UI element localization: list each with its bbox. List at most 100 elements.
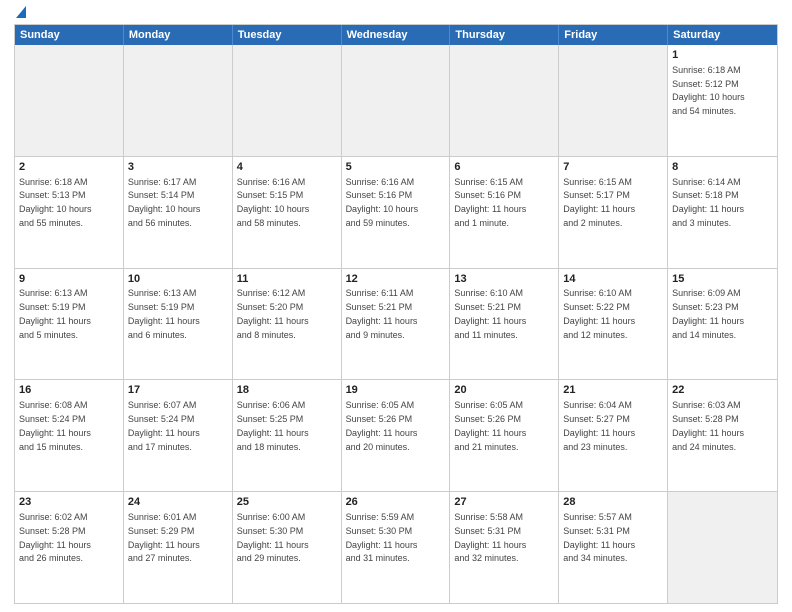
cal-cell-2-3: 12Sunrise: 6:11 AM Sunset: 5:21 PM Dayli… (342, 269, 451, 380)
cal-week-row-2: 9Sunrise: 6:13 AM Sunset: 5:19 PM Daylig… (15, 269, 777, 381)
day-info: Sunrise: 6:06 AM Sunset: 5:25 PM Dayligh… (237, 400, 309, 451)
day-number: 22 (672, 383, 773, 398)
day-number: 18 (237, 383, 337, 398)
cal-cell-3-4: 20 Sunrise: 6:05 AM Sunset: 5:26 PM Dayli… (450, 380, 559, 491)
cal-cell-2-2: 11Sunrise: 6:12 AM Sunset: 5:20 PM Dayli… (233, 269, 342, 380)
cal-cell-0-4 (450, 45, 559, 156)
cal-header-monday: Monday (124, 25, 233, 45)
day-number: 9 (19, 272, 119, 287)
cal-cell-2-5: 14Sunrise: 6:10 AM Sunset: 5:22 PM Dayli… (559, 269, 668, 380)
day-info: Sunrise: 6:05 AM Sunset: 5:26 PM Dayligh… (454, 400, 526, 451)
cal-cell-4-2: 25 Sunrise: 6:00 AM Sunset: 5:30 PM Dayli… (233, 492, 342, 603)
calendar: SundayMondayTuesdayWednesdayThursdayFrid… (14, 24, 778, 604)
cal-cell-0-6: 1 Sunrise: 6:18 AM Sunset: 5:12 PM Daylig… (668, 45, 777, 156)
cal-cell-0-0 (15, 45, 124, 156)
day-number: 5 (346, 160, 446, 175)
cal-cell-4-5: 28Sunrise: 5:57 AM Sunset: 5:31 PM Dayli… (559, 492, 668, 603)
cal-cell-0-2 (233, 45, 342, 156)
cal-cell-3-5: 21 Sunrise: 6:04 AM Sunset: 5:27 PM Dayli… (559, 380, 668, 491)
day-info: Sunrise: 6:11 AM Sunset: 5:21 PM Dayligh… (346, 288, 418, 339)
day-info: Sunrise: 6:04 AM Sunset: 5:27 PM Dayligh… (563, 400, 635, 451)
day-info: Sunrise: 6:15 AM Sunset: 5:16 PM Dayligh… (454, 177, 526, 228)
day-number: 4 (237, 160, 337, 175)
day-info: Sunrise: 6:17 AM Sunset: 5:14 PM Dayligh… (128, 177, 201, 228)
day-number: 11 (237, 272, 337, 287)
day-info: Sunrise: 6:02 AM Sunset: 5:28 PM Dayligh… (19, 512, 91, 563)
day-info: Sunrise: 6:03 AM Sunset: 5:28 PM Dayligh… (672, 400, 744, 451)
cal-cell-3-0: 16Sunrise: 6:08 AM Sunset: 5:24 PM Dayli… (15, 380, 124, 491)
cal-cell-1-2: 4Sunrise: 6:16 AM Sunset: 5:15 PM Daylig… (233, 157, 342, 268)
day-info: Sunrise: 6:00 AM Sunset: 5:30 PM Dayligh… (237, 512, 309, 563)
day-number: 12 (346, 272, 446, 287)
day-number: 21 (563, 383, 663, 398)
cal-cell-4-0: 23 Sunrise: 6:02 AM Sunset: 5:28 PM Dayli… (15, 492, 124, 603)
day-number: 3 (128, 160, 228, 175)
day-info: Sunrise: 6:14 AM Sunset: 5:18 PM Dayligh… (672, 177, 744, 228)
cal-header-friday: Friday (559, 25, 668, 45)
day-info: Sunrise: 6:13 AM Sunset: 5:19 PM Dayligh… (19, 288, 91, 339)
day-info: Sunrise: 6:15 AM Sunset: 5:17 PM Dayligh… (563, 177, 635, 228)
cal-cell-2-4: 13Sunrise: 6:10 AM Sunset: 5:21 PM Dayli… (450, 269, 559, 380)
day-info: Sunrise: 6:18 AM Sunset: 5:12 PM Dayligh… (672, 65, 745, 116)
day-number: 6 (454, 160, 554, 175)
day-number: 24 (128, 495, 228, 510)
cal-cell-1-3: 5 Sunrise: 6:16 AM Sunset: 5:16 PM Daylig… (342, 157, 451, 268)
cal-cell-4-4: 27 Sunrise: 5:58 AM Sunset: 5:31 PM Dayli… (450, 492, 559, 603)
day-number: 25 (237, 495, 337, 510)
cal-cell-0-3 (342, 45, 451, 156)
day-number: 8 (672, 160, 773, 175)
day-number: 17 (128, 383, 228, 398)
day-info: Sunrise: 6:08 AM Sunset: 5:24 PM Dayligh… (19, 400, 91, 451)
day-number: 26 (346, 495, 446, 510)
cal-header-sunday: Sunday (15, 25, 124, 45)
calendar-body: 1 Sunrise: 6:18 AM Sunset: 5:12 PM Daylig… (15, 45, 777, 603)
day-info: Sunrise: 5:58 AM Sunset: 5:31 PM Dayligh… (454, 512, 526, 563)
day-info: Sunrise: 6:05 AM Sunset: 5:26 PM Dayligh… (346, 400, 418, 451)
day-info: Sunrise: 5:59 AM Sunset: 5:30 PM Dayligh… (346, 512, 418, 563)
cal-cell-3-6: 22 Sunrise: 6:03 AM Sunset: 5:28 PM Dayli… (668, 380, 777, 491)
cal-cell-3-1: 17 Sunrise: 6:07 AM Sunset: 5:24 PM Dayli… (124, 380, 233, 491)
day-info: Sunrise: 6:10 AM Sunset: 5:22 PM Dayligh… (563, 288, 635, 339)
day-number: 13 (454, 272, 554, 287)
cal-week-row-1: 2 Sunrise: 6:18 AM Sunset: 5:13 PM Daylig… (15, 157, 777, 269)
day-number: 20 (454, 383, 554, 398)
day-info: Sunrise: 6:10 AM Sunset: 5:21 PM Dayligh… (454, 288, 526, 339)
calendar-header-row: SundayMondayTuesdayWednesdayThursdayFrid… (15, 25, 777, 45)
cal-cell-4-6 (668, 492, 777, 603)
cal-cell-1-1: 3 Sunrise: 6:17 AM Sunset: 5:14 PM Daylig… (124, 157, 233, 268)
day-info: Sunrise: 6:16 AM Sunset: 5:16 PM Dayligh… (346, 177, 419, 228)
day-info: Sunrise: 6:01 AM Sunset: 5:29 PM Dayligh… (128, 512, 200, 563)
cal-header-thursday: Thursday (450, 25, 559, 45)
cal-week-row-0: 1 Sunrise: 6:18 AM Sunset: 5:12 PM Daylig… (15, 45, 777, 157)
cal-header-tuesday: Tuesday (233, 25, 342, 45)
cal-cell-2-0: 9Sunrise: 6:13 AM Sunset: 5:19 PM Daylig… (15, 269, 124, 380)
cal-cell-1-0: 2 Sunrise: 6:18 AM Sunset: 5:13 PM Daylig… (15, 157, 124, 268)
day-info: Sunrise: 5:57 AM Sunset: 5:31 PM Dayligh… (563, 512, 635, 563)
logo-triangle-icon (16, 6, 26, 18)
cal-cell-4-1: 24 Sunrise: 6:01 AM Sunset: 5:29 PM Dayli… (124, 492, 233, 603)
cal-cell-1-6: 8 Sunrise: 6:14 AM Sunset: 5:18 PM Daylig… (668, 157, 777, 268)
day-info: Sunrise: 6:09 AM Sunset: 5:23 PM Dayligh… (672, 288, 744, 339)
day-number: 27 (454, 495, 554, 510)
day-number: 15 (672, 272, 773, 287)
cal-cell-2-6: 15Sunrise: 6:09 AM Sunset: 5:23 PM Dayli… (668, 269, 777, 380)
day-info: Sunrise: 6:13 AM Sunset: 5:19 PM Dayligh… (128, 288, 200, 339)
day-info: Sunrise: 6:18 AM Sunset: 5:13 PM Dayligh… (19, 177, 92, 228)
day-number: 23 (19, 495, 119, 510)
day-number: 2 (19, 160, 119, 175)
cal-cell-0-1 (124, 45, 233, 156)
logo (14, 10, 26, 18)
day-info: Sunrise: 6:07 AM Sunset: 5:24 PM Dayligh… (128, 400, 200, 451)
cal-week-row-3: 16Sunrise: 6:08 AM Sunset: 5:24 PM Dayli… (15, 380, 777, 492)
cal-cell-0-5 (559, 45, 668, 156)
cal-cell-4-3: 26 Sunrise: 5:59 AM Sunset: 5:30 PM Dayli… (342, 492, 451, 603)
header (14, 10, 778, 18)
day-number: 14 (563, 272, 663, 287)
cal-cell-1-5: 7 Sunrise: 6:15 AM Sunset: 5:17 PM Daylig… (559, 157, 668, 268)
day-number: 10 (128, 272, 228, 287)
day-number: 7 (563, 160, 663, 175)
day-info: Sunrise: 6:12 AM Sunset: 5:20 PM Dayligh… (237, 288, 309, 339)
cal-header-saturday: Saturday (668, 25, 777, 45)
cal-cell-3-2: 18 Sunrise: 6:06 AM Sunset: 5:25 PM Dayli… (233, 380, 342, 491)
day-number: 1 (672, 48, 773, 63)
